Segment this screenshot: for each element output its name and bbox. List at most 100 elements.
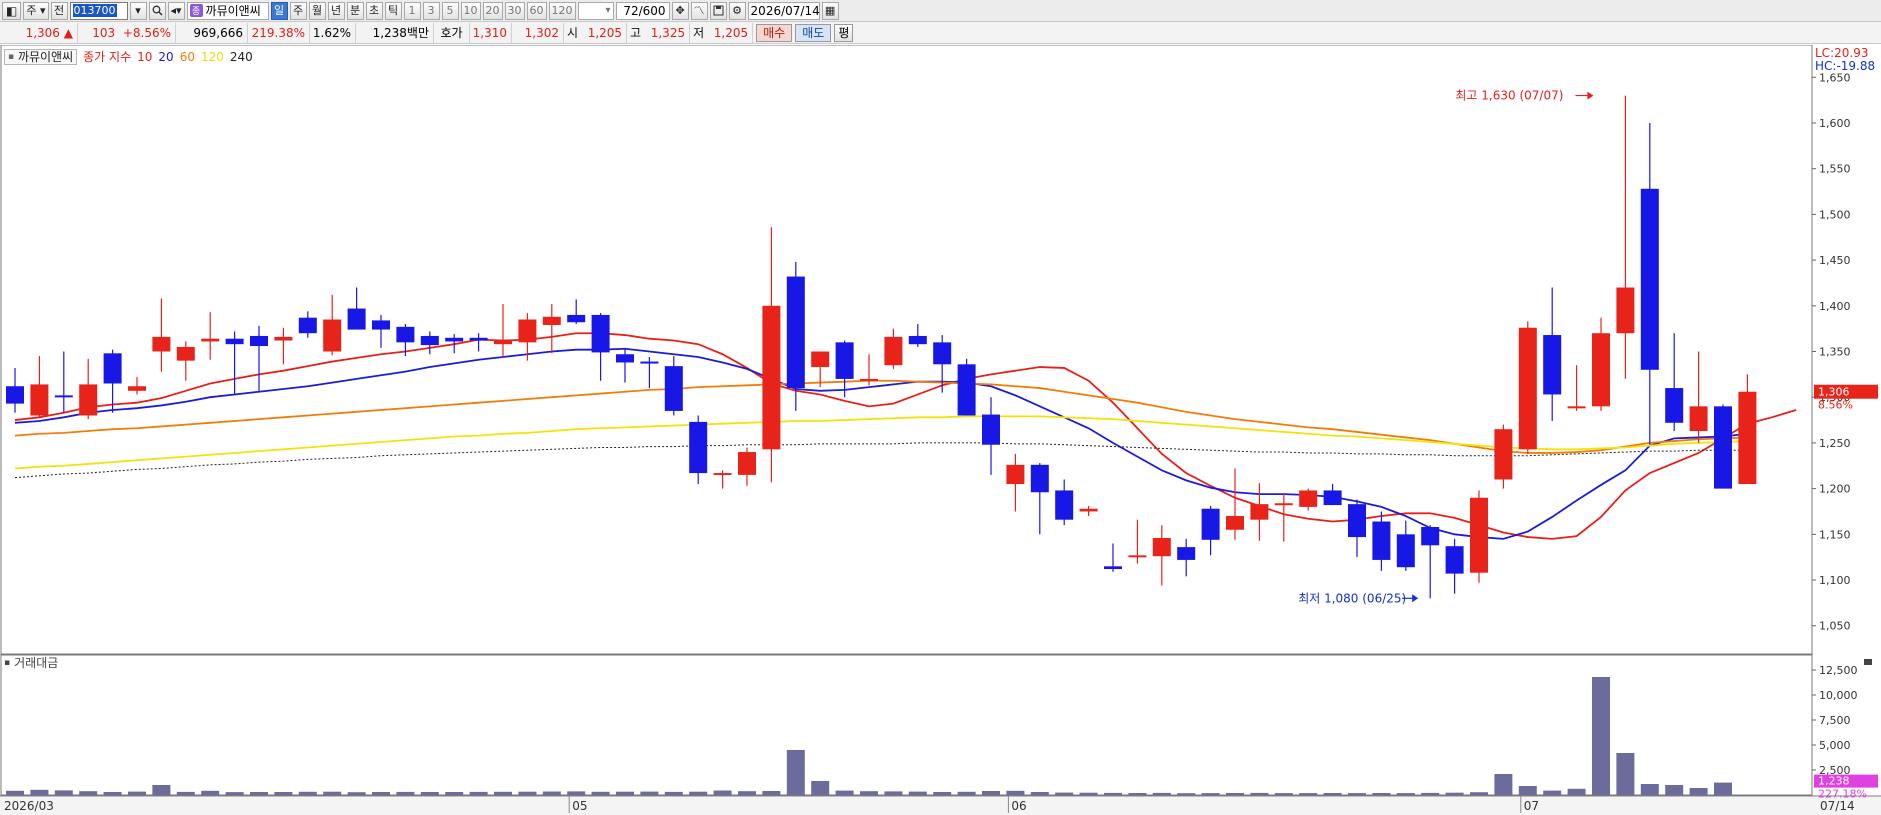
candle-body bbox=[957, 364, 976, 416]
legend-stock-name: 까뮤이앤씨 bbox=[17, 50, 74, 64]
candle-body bbox=[1592, 333, 1610, 407]
volume-bar bbox=[54, 790, 73, 795]
candle-body bbox=[786, 276, 805, 389]
volume-bar bbox=[542, 791, 561, 795]
volume-bar bbox=[1201, 793, 1220, 795]
interval-30-button[interactable]: 30 bbox=[504, 1, 525, 20]
volume-bar bbox=[982, 791, 1000, 795]
jeon-button[interactable]: 전 bbox=[50, 1, 68, 20]
candle-body bbox=[396, 326, 415, 343]
volume-bar bbox=[1079, 792, 1098, 795]
save-icon[interactable] bbox=[709, 1, 727, 20]
pane-collapse-icon[interactable] bbox=[1864, 659, 1872, 665]
market-label: 주 bbox=[26, 4, 37, 17]
period-month-button[interactable]: 월 bbox=[308, 1, 326, 20]
candle-body bbox=[1640, 188, 1659, 370]
candle-body bbox=[445, 337, 464, 342]
candle-body bbox=[860, 378, 878, 381]
volume-bar bbox=[616, 791, 634, 795]
volume-bar bbox=[396, 791, 415, 795]
crosshair-icon[interactable]: ✥ bbox=[671, 1, 689, 20]
candle-body bbox=[1250, 504, 1269, 520]
chart-toolbar: ◧ 주 ▾ 전 013700 ▾ ◂▾ 종 까뮤이앤씨 일 주 월 년 분 초 … bbox=[0, 0, 1881, 22]
chart-area[interactable]: ▪ 까뮤이앤씨 종가 지수 10 20 60 120 240 ▪ 거래대금 1,… bbox=[0, 45, 1881, 815]
volume-bar bbox=[152, 785, 171, 795]
candle-body bbox=[1348, 504, 1366, 538]
price-change-pct: +8.56% bbox=[122, 25, 171, 40]
interval-3-button[interactable]: 3 bbox=[422, 1, 440, 20]
interval-60-button[interactable]: 60 bbox=[526, 1, 547, 20]
candle-body bbox=[1738, 391, 1757, 485]
layout-icon[interactable]: ◧ bbox=[2, 1, 22, 20]
interval-custom-select[interactable]: ▾ bbox=[577, 1, 614, 20]
x-axis-band bbox=[0, 797, 1881, 815]
legend-stock-box[interactable]: ▪ 까뮤이앤씨 bbox=[4, 48, 78, 65]
date-input[interactable]: 2026/07/14 bbox=[747, 1, 820, 20]
candle-body bbox=[1006, 464, 1025, 485]
line-tool-icon[interactable]: 〽 bbox=[690, 1, 708, 20]
trade-amount: 1,238백만 bbox=[356, 22, 434, 43]
candle-body bbox=[762, 305, 781, 450]
candle-body bbox=[664, 366, 683, 411]
current-price-tag-label: 1,306 bbox=[1818, 386, 1850, 399]
volume-bar bbox=[811, 781, 830, 795]
candle-body bbox=[1445, 546, 1464, 574]
candle-body bbox=[298, 317, 317, 334]
candle-body bbox=[469, 337, 488, 341]
volume-bar bbox=[1030, 792, 1049, 795]
code-dropdown-icon[interactable]: ▾ bbox=[129, 1, 147, 20]
period-minute-button[interactable]: 분 bbox=[346, 1, 364, 20]
candle-body bbox=[811, 351, 830, 368]
legend-ma-10[interactable]: 10 bbox=[137, 50, 152, 64]
stock-code-input[interactable]: 013700 bbox=[69, 1, 128, 20]
interval-20-button[interactable]: 20 bbox=[482, 1, 503, 20]
eval-button[interactable]: 평 bbox=[834, 23, 854, 42]
period-second-button[interactable]: 초 bbox=[365, 1, 383, 20]
calendar-icon[interactable]: ▦ bbox=[821, 1, 839, 20]
search-icon[interactable] bbox=[148, 1, 166, 20]
period-year-button[interactable]: 년 bbox=[327, 1, 345, 20]
candle-body bbox=[616, 354, 634, 363]
period-day-button[interactable]: 일 bbox=[270, 1, 288, 20]
interval-120-button[interactable]: 120 bbox=[548, 1, 576, 20]
candle-body bbox=[1470, 497, 1488, 573]
volume-bar bbox=[1592, 677, 1610, 795]
market-select[interactable]: 주 ▾ bbox=[23, 1, 49, 20]
y-tick-label: 1,200 bbox=[1819, 483, 1851, 496]
y-tick-label: 1,050 bbox=[1819, 620, 1851, 633]
x-tick-label: 07 bbox=[1524, 799, 1539, 813]
y-tick-label: 1,250 bbox=[1819, 437, 1851, 450]
volume-bar bbox=[1323, 793, 1342, 795]
candle-body bbox=[1226, 516, 1244, 530]
x-tick-label: 06 bbox=[1011, 799, 1026, 813]
candle-body bbox=[713, 473, 732, 476]
y-tick-label: 1,550 bbox=[1819, 163, 1851, 176]
interval-1-button[interactable]: 1 bbox=[403, 1, 421, 20]
sell-button[interactable]: 매도 bbox=[795, 23, 832, 42]
volume-bar bbox=[1372, 793, 1391, 795]
gear-icon[interactable]: ⚙ bbox=[728, 1, 746, 20]
candle-count-input[interactable]: 72/600 bbox=[615, 1, 670, 20]
high-label: 고 bbox=[630, 26, 642, 40]
volume-bar bbox=[1274, 793, 1293, 795]
stock-code-value: 013700 bbox=[72, 4, 117, 17]
buy-button[interactable]: 매수 bbox=[756, 23, 793, 42]
prev-stock-icon[interactable]: ◂▾ bbox=[167, 1, 185, 20]
legend-ma-20[interactable]: 20 bbox=[158, 50, 173, 64]
legend-ma-60[interactable]: 60 bbox=[180, 50, 195, 64]
period-week-button[interactable]: 주 bbox=[289, 1, 307, 20]
volume-bar bbox=[1128, 793, 1147, 795]
candle-body bbox=[347, 308, 366, 330]
y-tick-label: 1,150 bbox=[1819, 528, 1851, 541]
chart-svg[interactable]: 1,6501,6001,5501,5001,4501,4001,3501,300… bbox=[0, 45, 1881, 815]
interval-10-button[interactable]: 10 bbox=[460, 1, 481, 20]
low-price: 1,205 bbox=[707, 22, 754, 43]
low-label: 저 bbox=[693, 26, 705, 40]
volume-bar bbox=[1494, 774, 1513, 795]
candle-body bbox=[1372, 521, 1391, 560]
legend-ma-240[interactable]: 240 bbox=[230, 50, 253, 64]
interval-5-button[interactable]: 5 bbox=[441, 1, 459, 20]
legend-ma-120[interactable]: 120 bbox=[201, 50, 224, 64]
period-tick-button[interactable]: 틱 bbox=[384, 1, 402, 20]
volume-bar bbox=[298, 791, 317, 795]
